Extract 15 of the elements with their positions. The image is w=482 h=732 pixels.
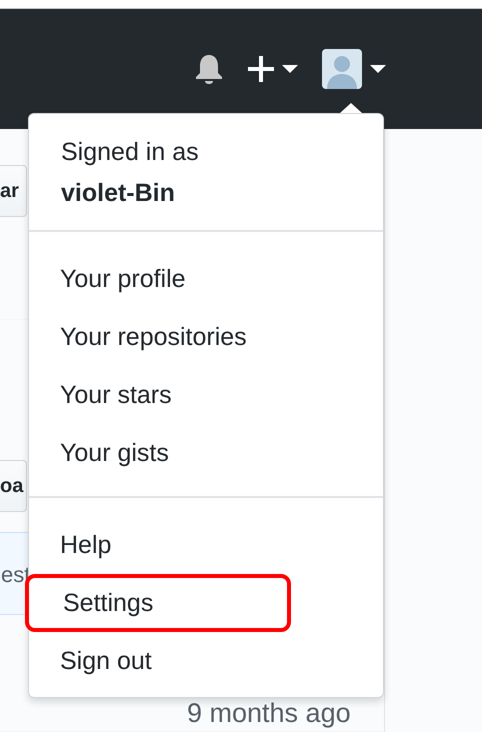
signed-in-label: Signed in as — [61, 137, 200, 168]
toolbar-button[interactable]: oa — [0, 460, 27, 512]
bell-icon[interactable] — [194, 53, 224, 85]
menu-item[interactable]: Your profile — [29, 250, 383, 308]
avatar-icon — [322, 49, 362, 89]
username-text: violet-Bin — [61, 178, 176, 209]
account-menu-button[interactable] — [322, 49, 386, 89]
toolbar-button[interactable]: ar — [0, 165, 27, 218]
menu-item[interactable]: Your gists — [29, 424, 383, 482]
menu-item[interactable]: Sign out — [29, 632, 383, 690]
menu-item[interactable]: Your repositories — [29, 308, 383, 366]
menu-item[interactable]: Your stars — [29, 366, 383, 424]
timestamp-text: 9 months ago — [187, 700, 351, 727]
menu-item[interactable]: Help — [29, 516, 383, 574]
new-menu-button[interactable] — [248, 56, 298, 82]
